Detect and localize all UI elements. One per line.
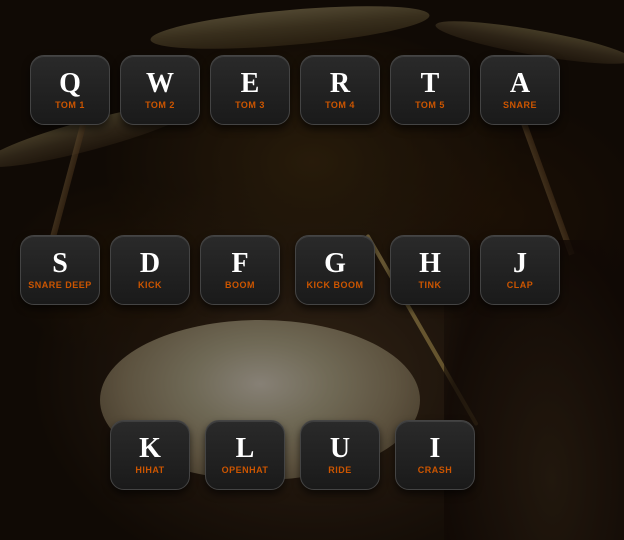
key-f[interactable]: F BOOM [200, 235, 280, 305]
key-h-label: TINK [419, 280, 442, 290]
key-e-label: TOM 3 [235, 100, 265, 110]
key-f-label: BOOM [225, 280, 255, 290]
key-i[interactable]: I CRASH [395, 420, 475, 490]
key-u[interactable]: U RIDE [300, 420, 380, 490]
key-l-letter: L [236, 435, 255, 463]
key-e-letter: E [241, 70, 260, 98]
key-t-label: TOM 5 [415, 100, 445, 110]
keys-container: Q TOM 1 W TOM 2 E TOM 3 R TOM 4 T TOM 5 … [0, 0, 624, 540]
key-h-letter: H [419, 250, 441, 278]
key-g-label: KICK BOOM [307, 280, 364, 290]
key-t-letter: T [421, 70, 440, 98]
key-k-label: HIHAT [135, 465, 164, 475]
key-t[interactable]: T TOM 5 [390, 55, 470, 125]
key-d-label: KICK [138, 280, 162, 290]
key-j[interactable]: J CLAP [480, 235, 560, 305]
key-d[interactable]: D KICK [110, 235, 190, 305]
key-d-letter: D [140, 250, 160, 278]
key-r[interactable]: R TOM 4 [300, 55, 380, 125]
key-q-label: TOM 1 [55, 100, 85, 110]
key-s-letter: S [52, 250, 68, 278]
key-k[interactable]: K HIHAT [110, 420, 190, 490]
key-a-letter: A [510, 70, 530, 98]
key-f-letter: F [231, 250, 248, 278]
key-r-label: TOM 4 [325, 100, 355, 110]
key-j-label: CLAP [507, 280, 534, 290]
key-j-letter: J [513, 250, 527, 278]
key-q[interactable]: Q TOM 1 [30, 55, 110, 125]
key-q-letter: Q [59, 70, 81, 98]
key-s[interactable]: S SNARE DEEP [20, 235, 100, 305]
key-k-letter: K [139, 435, 161, 463]
key-w-letter: W [146, 70, 174, 98]
key-a[interactable]: A SNARE [480, 55, 560, 125]
key-h[interactable]: H TINK [390, 235, 470, 305]
key-w[interactable]: W TOM 2 [120, 55, 200, 125]
key-u-label: RIDE [328, 465, 352, 475]
key-u-letter: U [330, 435, 350, 463]
key-i-letter: I [430, 435, 441, 463]
key-e[interactable]: E TOM 3 [210, 55, 290, 125]
key-s-label: SNARE DEEP [28, 280, 92, 290]
key-r-letter: R [330, 70, 350, 98]
key-a-label: SNARE [503, 100, 537, 110]
key-l-label: OPENHAT [222, 465, 269, 475]
key-w-label: TOM 2 [145, 100, 175, 110]
key-g[interactable]: G KICK BOOM [295, 235, 375, 305]
key-l[interactable]: L OPENHAT [205, 420, 285, 490]
key-i-label: CRASH [418, 465, 453, 475]
key-g-letter: G [324, 250, 346, 278]
